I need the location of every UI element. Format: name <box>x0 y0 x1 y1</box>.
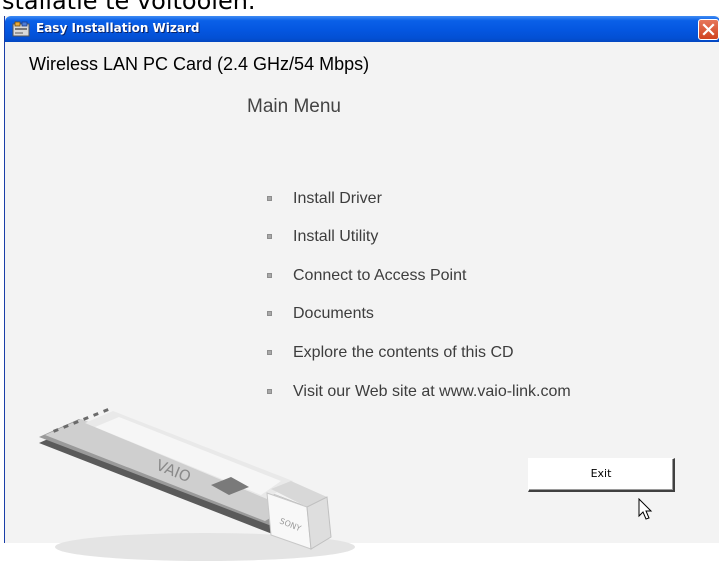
exit-button[interactable]: Exit <box>528 458 675 492</box>
wizard-content: Wireless LAN PC Card (2.4 GHz/54 Mbps) M… <box>5 42 719 561</box>
installer-window: Easy Installation Wizard Wireless LAN PC… <box>4 16 719 561</box>
square-bullet-icon <box>267 350 272 355</box>
title-bar[interactable]: Easy Installation Wizard <box>5 16 719 42</box>
menu-item-label: Install Driver <box>293 190 382 207</box>
pc-card-illustration: VAIO SONY <box>39 408 355 561</box>
exit-button-label: Exit <box>590 467 612 480</box>
square-bullet-icon <box>267 196 272 201</box>
close-button[interactable] <box>698 19 719 40</box>
background-text: stallatie te voltooien. <box>2 0 256 15</box>
square-bullet-icon <box>267 389 272 394</box>
menu-item-label: Explore the contents of this CD <box>293 344 514 361</box>
close-icon <box>702 23 715 36</box>
square-bullet-icon <box>267 273 272 278</box>
square-bullet-icon <box>267 311 272 316</box>
window-title: Easy Installation Wizard <box>36 21 200 35</box>
menu-item-label: Connect to Access Point <box>293 267 467 284</box>
square-bullet-icon <box>267 234 272 239</box>
product-title: Wireless LAN PC Card (2.4 GHz/54 Mbps) <box>29 54 370 74</box>
menu-item-label: Documents <box>293 305 374 322</box>
menu-title: Main Menu <box>247 96 341 117</box>
menu-item-label: Install Utility <box>293 228 379 245</box>
installer-app-icon <box>12 21 30 37</box>
mouse-pointer-icon <box>638 498 653 520</box>
background-document-text: stallatie te voltooien. <box>0 0 719 16</box>
